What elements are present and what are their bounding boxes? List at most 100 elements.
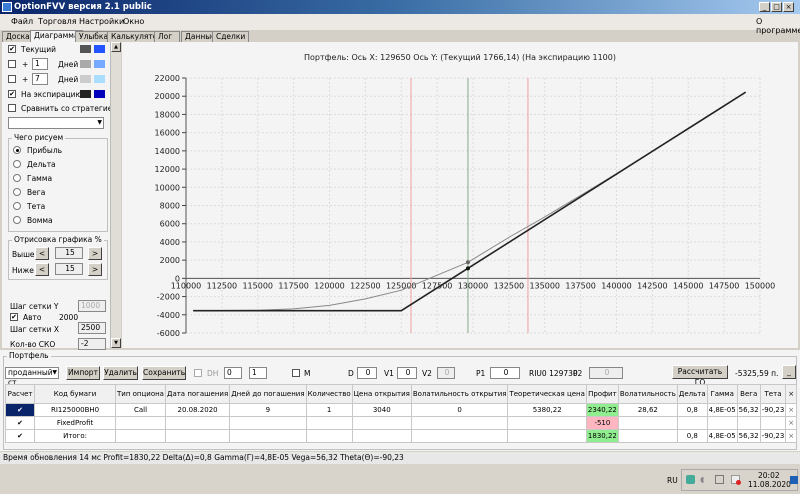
save-button[interactable]: Сохранить bbox=[142, 366, 186, 380]
column-header[interactable]: Дельта bbox=[676, 384, 708, 404]
plus7-checkbox[interactable] bbox=[8, 75, 16, 83]
menu-file[interactable]: Файл bbox=[11, 17, 33, 26]
calculate-margin-button[interactable]: Рассчитать ГО bbox=[672, 365, 728, 387]
delete-button[interactable]: Удалить bbox=[103, 366, 138, 380]
dh-checkbox[interactable] bbox=[194, 369, 202, 377]
column-header[interactable]: Код бумаги bbox=[34, 384, 117, 404]
close-button[interactable]: × bbox=[783, 2, 794, 12]
column-header[interactable]: Волатильность bbox=[617, 384, 678, 404]
remove-row-button[interactable]: × bbox=[785, 429, 797, 443]
p2-input[interactable]: 0 bbox=[589, 367, 623, 379]
p1-input[interactable]: 0 bbox=[490, 367, 520, 379]
below-increase-button[interactable]: > bbox=[88, 263, 102, 276]
minimize-button[interactable]: _ bbox=[759, 2, 770, 12]
plus1-days-input[interactable]: 1 bbox=[32, 58, 48, 70]
above-increase-button[interactable]: > bbox=[88, 247, 102, 260]
strategy-select[interactable]: ▼ bbox=[8, 117, 104, 129]
grid-y-input[interactable]: 1000 bbox=[78, 300, 106, 312]
calc-checkbox[interactable]: ✔ bbox=[4, 429, 36, 443]
v1-input[interactable]: 0 bbox=[397, 367, 417, 379]
grid-y-label: Шаг сетки Y bbox=[10, 302, 59, 311]
volume-icon[interactable]: ◖ bbox=[700, 475, 704, 484]
expiration-color-swatch-2[interactable] bbox=[94, 90, 105, 98]
column-header[interactable]: Профит bbox=[585, 384, 619, 404]
security-alert-icon[interactable] bbox=[731, 475, 741, 485]
device-icon[interactable] bbox=[715, 475, 724, 484]
tab-log[interactable]: Лог bbox=[154, 31, 180, 42]
scroll-down-icon[interactable]: ▼ bbox=[111, 338, 121, 348]
remove-row-button[interactable]: × bbox=[785, 416, 797, 430]
table-row[interactable]: ✔ Итого: 1830,22 0,8 4,8E-05 56,32 -90,23 × bbox=[4, 429, 797, 443]
radio-delta[interactable] bbox=[13, 160, 21, 168]
column-header[interactable]: Вега bbox=[736, 384, 761, 404]
remove-row-button[interactable]: × bbox=[785, 403, 797, 417]
menu-trading[interactable]: Торговля bbox=[38, 17, 77, 26]
v2-input[interactable]: 0 bbox=[437, 367, 455, 379]
network-icon[interactable] bbox=[686, 475, 695, 484]
radio-vega[interactable] bbox=[13, 188, 21, 196]
grid-x-input[interactable]: 2500 bbox=[78, 322, 106, 334]
above-decrease-button[interactable]: < bbox=[35, 247, 49, 260]
current-color-swatch-2[interactable] bbox=[94, 45, 105, 53]
d-input[interactable]: 0 bbox=[357, 367, 377, 379]
column-header[interactable]: Теоретическая цена bbox=[507, 384, 587, 404]
column-header[interactable]: Расчет bbox=[4, 384, 36, 404]
auto-value: 2000 bbox=[59, 313, 79, 322]
radio-gamma[interactable] bbox=[13, 174, 21, 182]
current-label: Текущий bbox=[21, 45, 56, 54]
clock-date[interactable]: 11.08.2020 bbox=[748, 480, 791, 489]
tab-board[interactable]: Доска bbox=[2, 31, 34, 42]
radio-vomma[interactable] bbox=[13, 216, 21, 224]
table-cell: 56,32 bbox=[736, 429, 761, 443]
expiration-checkbox[interactable]: ✔ bbox=[8, 90, 16, 98]
scroll-up-icon[interactable]: ▲ bbox=[111, 42, 121, 52]
show-desktop-icon[interactable] bbox=[790, 476, 798, 484]
y-tick-label: 10000 bbox=[155, 183, 180, 192]
calc-checkbox[interactable]: ✔ bbox=[4, 416, 36, 430]
dh2-spinner[interactable]: 1 bbox=[249, 367, 267, 379]
plus7-days-input[interactable]: 7 bbox=[32, 73, 48, 85]
column-header[interactable]: Гамма bbox=[706, 384, 738, 404]
left-panel-scrollbar[interactable]: ▲ ▼ bbox=[110, 42, 121, 348]
plus1-color-swatch[interactable] bbox=[80, 60, 91, 68]
plus-sign: + bbox=[22, 60, 29, 69]
column-header[interactable]: Волатильность открытия bbox=[410, 384, 509, 404]
current-color-swatch[interactable] bbox=[80, 45, 91, 53]
import-button[interactable]: Импорт bbox=[66, 366, 100, 380]
dh1-spinner[interactable]: 0 bbox=[224, 367, 242, 379]
maximize-button[interactable]: □ bbox=[771, 2, 782, 12]
tab-deals[interactable]: Сделки bbox=[212, 31, 250, 42]
table-row[interactable]: ✔ FixedProfit -510 × bbox=[4, 416, 797, 430]
language-indicator[interactable]: RU bbox=[667, 476, 678, 485]
m-checkbox[interactable] bbox=[292, 369, 300, 377]
column-header[interactable]: Тип опциона bbox=[115, 384, 166, 404]
payoff-chart[interactable]: 110000 112500 115000 117500 120000 122500 1250… bbox=[122, 42, 798, 348]
radio-profit[interactable] bbox=[13, 146, 21, 154]
compare-checkbox[interactable] bbox=[8, 104, 16, 112]
menu-window[interactable]: Окно bbox=[123, 17, 144, 26]
sko-input[interactable]: -2 bbox=[78, 338, 106, 350]
radio-theta[interactable] bbox=[13, 202, 21, 210]
portfolio-title: Портфель bbox=[7, 351, 51, 360]
sko-label: Кол-во СКО bbox=[10, 340, 56, 349]
plus1-color-swatch-2[interactable] bbox=[94, 60, 105, 68]
column-header[interactable]: Тета bbox=[759, 384, 787, 404]
plus1-checkbox[interactable] bbox=[8, 60, 16, 68]
column-header[interactable]: Цена открытия bbox=[351, 384, 412, 404]
auto-checkbox[interactable]: ✔ bbox=[10, 313, 18, 321]
column-header[interactable]: Дата погашения bbox=[164, 384, 231, 404]
column-header[interactable]: Количество bbox=[305, 384, 353, 404]
calc-checkbox[interactable]: ✔ bbox=[4, 403, 36, 417]
column-header[interactable]: × bbox=[785, 384, 797, 404]
clock-time[interactable]: 20:02 bbox=[758, 471, 780, 480]
plus7-color-swatch[interactable] bbox=[80, 75, 91, 83]
collapse-button[interactable]: _ bbox=[782, 365, 796, 379]
current-checkbox[interactable]: ✔ bbox=[8, 45, 16, 53]
column-header[interactable]: Дней до погашения bbox=[229, 384, 307, 404]
menu-settings[interactable]: Настройки bbox=[79, 17, 124, 26]
expiration-color-swatch[interactable] bbox=[80, 90, 91, 98]
plus7-color-swatch-2[interactable] bbox=[94, 75, 105, 83]
portfolio-type-select[interactable]: проданный ст ▼ bbox=[5, 367, 59, 387]
below-decrease-button[interactable]: < bbox=[35, 263, 49, 276]
table-row[interactable]: ✔ RI125000BH0 Call 20.08.2020 9 1 3040 0 5380,22… bbox=[4, 403, 797, 417]
